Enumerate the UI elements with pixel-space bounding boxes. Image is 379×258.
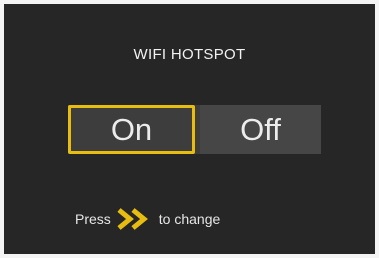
toggle-off-option[interactable]: Off (200, 105, 321, 154)
page-title: WIFI HOTSPOT (133, 46, 246, 63)
hint-text-press: Press (75, 211, 111, 227)
hint-text-change: to change (158, 211, 221, 227)
change-hint: Press to change (75, 207, 220, 231)
hotspot-panel: WIFI HOTSPOT On Off Press to change (4, 4, 375, 254)
hotspot-toggle[interactable]: On Off (68, 105, 321, 154)
double-chevron-right-icon (115, 207, 153, 231)
toggle-on-option[interactable]: On (68, 105, 195, 154)
